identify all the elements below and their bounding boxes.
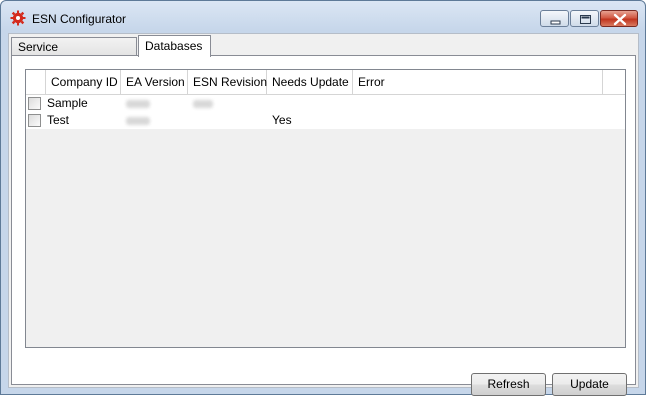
cell-ea-version bbox=[121, 95, 188, 112]
maximize-button[interactable] bbox=[570, 10, 599, 27]
minimize-icon bbox=[550, 20, 561, 25]
cell-needs-update: Yes bbox=[272, 113, 292, 127]
tab-databases[interactable]: Databases bbox=[138, 35, 211, 57]
cell-company-id: Sample bbox=[47, 96, 88, 110]
column-header-ea-version[interactable]: EA Version bbox=[121, 70, 188, 94]
cell-esn-revision bbox=[188, 95, 267, 112]
gear-icon bbox=[10, 10, 26, 26]
minimize-button[interactable] bbox=[540, 10, 569, 27]
databases-panel: Company ID EA Version ESN Revision Needs… bbox=[11, 55, 636, 396]
column-header-needs-update[interactable]: Needs Update bbox=[267, 70, 353, 94]
redacted-value bbox=[193, 100, 213, 108]
cell-error bbox=[353, 95, 603, 112]
column-header-company-id[interactable]: Company ID bbox=[46, 70, 121, 94]
cell-esn-revision bbox=[188, 112, 267, 129]
cell-needs-update bbox=[267, 95, 353, 112]
header-checkbox-column[interactable] bbox=[26, 70, 46, 94]
cell-error bbox=[353, 112, 603, 129]
close-button[interactable] bbox=[600, 10, 638, 27]
grid-header: Company ID EA Version ESN Revision Needs… bbox=[26, 70, 625, 95]
title-bar[interactable]: ESN Configurator bbox=[1, 1, 645, 33]
app-window: ESN Configurator Service Configuration D… bbox=[0, 0, 646, 396]
redacted-value bbox=[126, 117, 150, 125]
cell-ea-version bbox=[121, 112, 188, 129]
window-title: ESN Configurator bbox=[32, 12, 127, 26]
close-icon bbox=[613, 13, 627, 26]
table-row[interactable]: Sample bbox=[26, 95, 625, 112]
client-area: Service Configuration Databases Company … bbox=[8, 33, 639, 396]
cell-company-id: Test bbox=[47, 113, 70, 127]
table-row[interactable]: Test Yes bbox=[26, 112, 625, 129]
column-header-error[interactable]: Error bbox=[353, 70, 603, 94]
row-checkbox[interactable] bbox=[28, 114, 41, 127]
tab-service-configuration[interactable]: Service Configuration bbox=[11, 37, 137, 72]
update-button[interactable]: Update bbox=[552, 373, 627, 396]
column-header-esn-revision[interactable]: ESN Revision bbox=[188, 70, 267, 94]
refresh-button[interactable]: Refresh bbox=[471, 373, 546, 396]
maximize-icon bbox=[580, 15, 591, 24]
databases-grid[interactable]: Company ID EA Version ESN Revision Needs… bbox=[25, 69, 626, 348]
row-checkbox[interactable] bbox=[28, 97, 41, 110]
redacted-value bbox=[126, 100, 150, 108]
